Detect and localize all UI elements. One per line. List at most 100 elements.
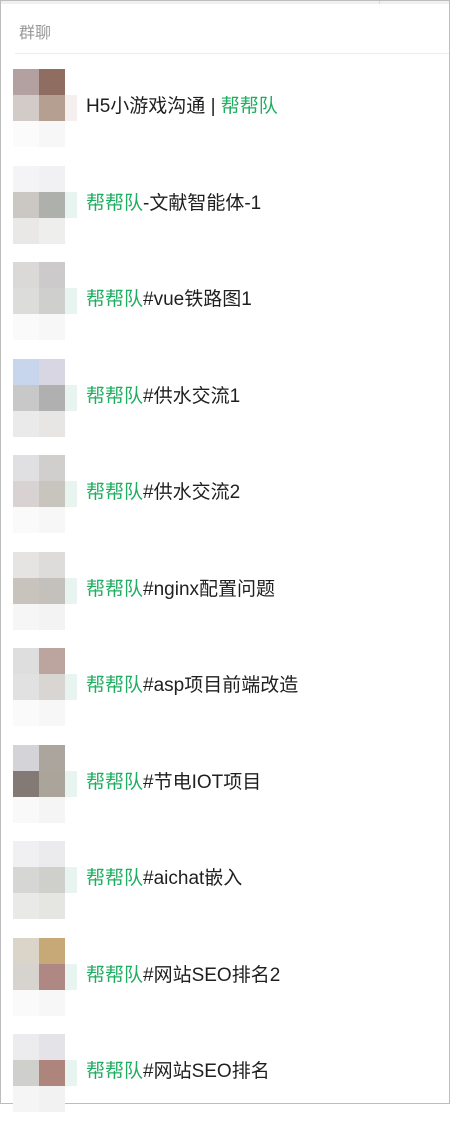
avatar-tile bbox=[39, 577, 65, 604]
avatar-tile bbox=[13, 648, 39, 674]
group-chat-item[interactable]: 帮帮队#vue铁路图1 bbox=[1, 254, 449, 351]
avatar-tile bbox=[13, 1060, 39, 1086]
group-name: 帮帮队#asp项目前端改造 bbox=[86, 670, 298, 697]
avatar-tile bbox=[39, 989, 65, 1016]
group-chat-item[interactable]: H5小游戏沟通 | 帮帮队 bbox=[1, 61, 449, 158]
avatar-tile bbox=[39, 410, 65, 437]
group-avatar bbox=[13, 69, 77, 149]
avatar-tile bbox=[39, 358, 65, 385]
group-name: 帮帮队-文献智能体-1 bbox=[86, 188, 261, 215]
avatar-tile bbox=[65, 95, 77, 121]
avatar-tile bbox=[65, 674, 77, 700]
avatar-tile bbox=[39, 770, 65, 797]
group-name: 帮帮队#网站SEO排名 bbox=[86, 1056, 270, 1083]
group-avatar bbox=[13, 262, 77, 342]
avatar-tile bbox=[39, 893, 65, 919]
avatar-tile bbox=[39, 507, 65, 533]
panel-title: 群聊 bbox=[19, 25, 52, 42]
group-name-team: 帮帮队 bbox=[86, 868, 144, 889]
group-name-team: 帮帮队 bbox=[86, 675, 144, 696]
avatar-tile bbox=[13, 314, 39, 340]
group-avatar bbox=[13, 937, 77, 1018]
group-name-team: 帮帮队 bbox=[86, 482, 144, 503]
avatar-tile bbox=[39, 867, 65, 893]
avatar-tile bbox=[39, 384, 65, 411]
group-name-suffix: #网站SEO排名2 bbox=[143, 964, 281, 986]
avatar-tile bbox=[13, 121, 39, 147]
group-avatar bbox=[13, 1034, 77, 1114]
group-name-suffix: #vue铁路图1 bbox=[143, 289, 252, 310]
group-name: 帮帮队#nginx配置问题 bbox=[86, 574, 275, 601]
avatar-tile bbox=[65, 577, 77, 604]
avatar-tile bbox=[13, 288, 39, 314]
group-avatar bbox=[13, 165, 77, 246]
avatar-tile bbox=[65, 481, 77, 507]
avatar-tile bbox=[13, 455, 39, 481]
group-chat-item[interactable]: 帮帮队#节电IOT项目 bbox=[1, 737, 449, 834]
avatar-tile bbox=[39, 121, 65, 147]
group-name: 帮帮队#aichat嵌入 bbox=[86, 863, 242, 890]
avatar-tile bbox=[39, 674, 65, 700]
avatar-tile bbox=[39, 1086, 65, 1112]
group-name-team: 帮帮队 bbox=[86, 289, 144, 310]
avatar-tile bbox=[39, 314, 65, 340]
avatar-tile bbox=[13, 770, 39, 797]
avatar-tile bbox=[39, 841, 65, 867]
group-chat-item[interactable]: 帮帮队#供水交流1 bbox=[1, 351, 449, 448]
avatar-tile bbox=[39, 165, 65, 192]
avatar-tile bbox=[39, 217, 65, 244]
avatar-tile bbox=[13, 963, 39, 990]
avatar-tile bbox=[39, 937, 65, 964]
group-avatar bbox=[13, 358, 77, 439]
group-chat-item[interactable]: 帮帮队#供水交流2 bbox=[1, 447, 449, 544]
avatar-tile bbox=[13, 95, 39, 121]
avatar-tile bbox=[13, 217, 39, 244]
group-name: 帮帮队#供水交流2 bbox=[86, 477, 240, 504]
group-chat-item[interactable]: 帮帮队#aichat嵌入 bbox=[1, 833, 449, 930]
avatar-tile bbox=[13, 410, 39, 437]
avatar-tile bbox=[65, 288, 77, 314]
group-name-prefix: H5小游戏沟通 | bbox=[86, 96, 221, 117]
avatar-tile bbox=[13, 841, 39, 867]
group-avatar bbox=[13, 744, 77, 825]
top-divider-tick bbox=[379, 1, 380, 4]
group-chat-item[interactable]: 帮帮队#asp项目前端改造 bbox=[1, 640, 449, 737]
group-avatar bbox=[13, 551, 77, 632]
group-name-suffix: #节电IOT项目 bbox=[143, 771, 262, 793]
group-chat-item[interactable]: 帮帮队#网站SEO排名 bbox=[1, 1026, 449, 1123]
avatar-tile bbox=[39, 288, 65, 314]
avatar-tile bbox=[39, 648, 65, 674]
group-chat-item[interactable]: 帮帮队-文献智能体-1 bbox=[1, 158, 449, 255]
group-name-team: 帮帮队 bbox=[86, 771, 144, 793]
avatar-tile bbox=[65, 191, 77, 218]
group-name-suffix: #供水交流1 bbox=[143, 385, 241, 407]
avatar-tile bbox=[13, 1086, 39, 1112]
group-name-team: 帮帮队 bbox=[86, 192, 144, 214]
avatar-tile bbox=[13, 744, 39, 771]
group-name-suffix: #nginx配置问题 bbox=[143, 578, 276, 600]
avatar-tile bbox=[13, 577, 39, 604]
group-name-suffix: -文献智能体-1 bbox=[143, 192, 262, 214]
group-chat-item[interactable]: 帮帮队#网站SEO排名2 bbox=[1, 930, 449, 1027]
avatar-tile bbox=[13, 1034, 39, 1060]
group-chat-item[interactable]: 帮帮队#nginx配置问题 bbox=[1, 544, 449, 641]
avatar-tile bbox=[13, 384, 39, 411]
avatar-tile bbox=[13, 165, 39, 192]
avatar-tile bbox=[13, 358, 39, 385]
avatar-tile bbox=[39, 796, 65, 823]
avatar-tile bbox=[39, 744, 65, 771]
group-name-team: 帮帮队 bbox=[220, 96, 278, 117]
avatar-tile bbox=[65, 770, 77, 797]
panel-header: 群聊 bbox=[15, 9, 449, 54]
avatar-tile bbox=[39, 1060, 65, 1086]
group-avatar bbox=[13, 648, 77, 728]
avatar-tile bbox=[65, 867, 77, 893]
avatar-tile bbox=[39, 69, 65, 95]
avatar-tile bbox=[39, 1034, 65, 1060]
avatar-tile bbox=[13, 937, 39, 964]
avatar-tile bbox=[13, 507, 39, 533]
avatar-tile bbox=[13, 481, 39, 507]
group-list: H5小游戏沟通 | 帮帮队 帮帮队-文献智能体-1 帮帮队#vue铁路图1 帮帮队#供… bbox=[1, 61, 449, 1123]
group-name-suffix: #网站SEO排名 bbox=[143, 1061, 270, 1082]
avatar-tile bbox=[39, 95, 65, 121]
